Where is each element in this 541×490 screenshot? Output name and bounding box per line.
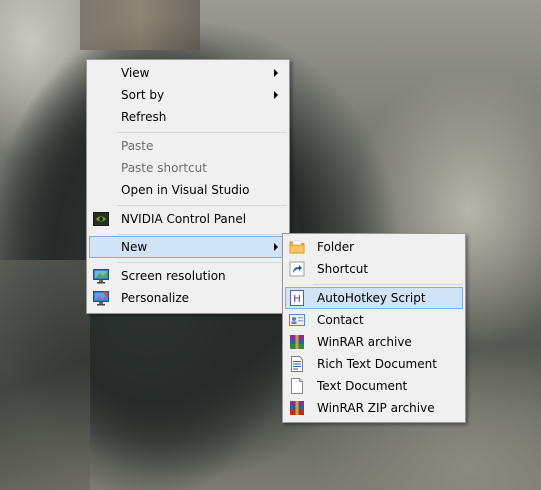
menu-item-label: Refresh [121, 110, 167, 124]
monitor-icon [93, 268, 109, 284]
menu-item-label: Paste [121, 139, 154, 153]
submenu-item-text-document[interactable]: Text Document [285, 375, 463, 397]
menu-item-open-in-visual-studio[interactable]: Open in Visual Studio [89, 179, 287, 201]
submenu-item-winrar-zip-archive[interactable]: WinRAR ZIP archive [285, 397, 463, 419]
menu-separator [313, 284, 463, 285]
menu-item-label: Paste shortcut [121, 161, 207, 175]
wallpaper-ornament-shape [0, 260, 90, 490]
nvidia-icon [93, 211, 109, 227]
submenu-arrow-icon [274, 69, 278, 77]
menu-item-label: NVIDIA Control Panel [121, 212, 247, 226]
submenu-item-folder[interactable]: Folder [285, 236, 463, 258]
new-submenu: Folder Shortcut H AutoHotkey Script Cont… [282, 233, 466, 423]
menu-separator [117, 132, 287, 133]
menu-item-sort-by[interactable]: Sort by [89, 84, 287, 106]
menu-item-label: WinRAR ZIP archive [317, 401, 435, 415]
desktop-context-menu: View Sort by Refresh Paste Paste shortcu… [86, 59, 290, 314]
menu-item-paste[interactable]: Paste [89, 135, 287, 157]
autohotkey-icon: H [289, 290, 305, 306]
rich-text-icon [289, 356, 305, 372]
menu-item-label: New [121, 240, 148, 254]
menu-item-label: Contact [317, 313, 364, 327]
submenu-arrow-icon [274, 243, 278, 251]
menu-item-label: Text Document [317, 379, 408, 393]
contact-icon [289, 312, 305, 328]
menu-item-label: Sort by [121, 88, 165, 102]
submenu-item-rich-text-document[interactable]: Rich Text Document [285, 353, 463, 375]
svg-text:H: H [293, 294, 301, 305]
text-document-icon [289, 378, 305, 394]
folder-icon [289, 239, 305, 255]
menu-item-label: View [121, 66, 150, 80]
menu-item-label: Shortcut [317, 262, 369, 276]
submenu-item-shortcut[interactable]: Shortcut [285, 258, 463, 280]
menu-separator [117, 262, 287, 263]
submenu-item-contact[interactable]: Contact [285, 309, 463, 331]
shortcut-icon [289, 261, 305, 277]
menu-item-screen-resolution[interactable]: Screen resolution [89, 265, 287, 287]
menu-item-view[interactable]: View [89, 62, 287, 84]
menu-separator [117, 205, 287, 206]
submenu-item-autohotkey-script[interactable]: H AutoHotkey Script [285, 287, 463, 309]
menu-item-label: Personalize [121, 291, 190, 305]
menu-item-label: Open in Visual Studio [121, 183, 250, 197]
winrar-icon [289, 334, 305, 350]
menu-item-paste-shortcut[interactable]: Paste shortcut [89, 157, 287, 179]
winrar-zip-icon [289, 400, 305, 416]
menu-item-label: Rich Text Document [317, 357, 437, 371]
menu-item-label: AutoHotkey Script [317, 291, 426, 305]
menu-item-nvidia-control-panel[interactable]: NVIDIA Control Panel [89, 208, 287, 230]
menu-item-label: Screen resolution [121, 269, 226, 283]
menu-item-label: WinRAR archive [317, 335, 412, 349]
menu-item-new[interactable]: New [89, 236, 287, 258]
menu-separator [117, 234, 287, 235]
submenu-arrow-icon [274, 91, 278, 99]
menu-item-personalize[interactable]: Personalize [89, 287, 287, 309]
menu-item-label: Folder [317, 240, 355, 254]
personalize-icon [93, 290, 109, 306]
menu-item-refresh[interactable]: Refresh [89, 106, 287, 128]
wallpaper-crest-shape [80, 0, 200, 50]
submenu-item-winrar-archive[interactable]: WinRAR archive [285, 331, 463, 353]
